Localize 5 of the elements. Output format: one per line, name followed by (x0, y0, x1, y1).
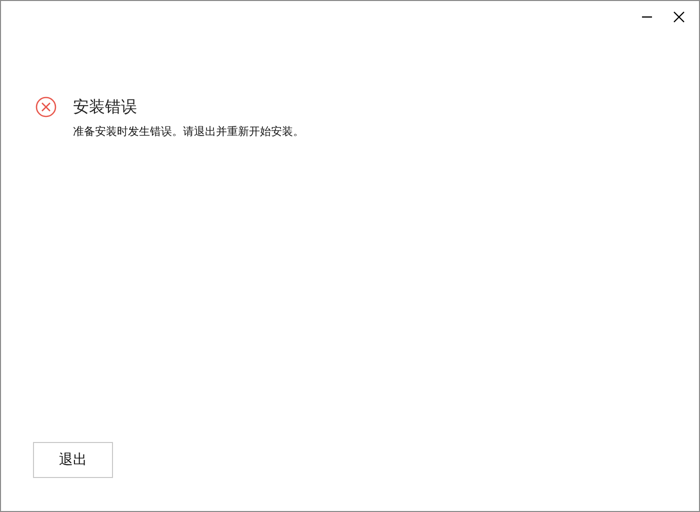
error-message: 准备安装时发生错误。请退出并重新开始安装。 (73, 124, 304, 140)
close-icon (673, 11, 685, 23)
quit-button[interactable]: 退出 (33, 442, 113, 478)
error-title: 安装错误 (73, 96, 138, 118)
error-icon (35, 96, 57, 118)
